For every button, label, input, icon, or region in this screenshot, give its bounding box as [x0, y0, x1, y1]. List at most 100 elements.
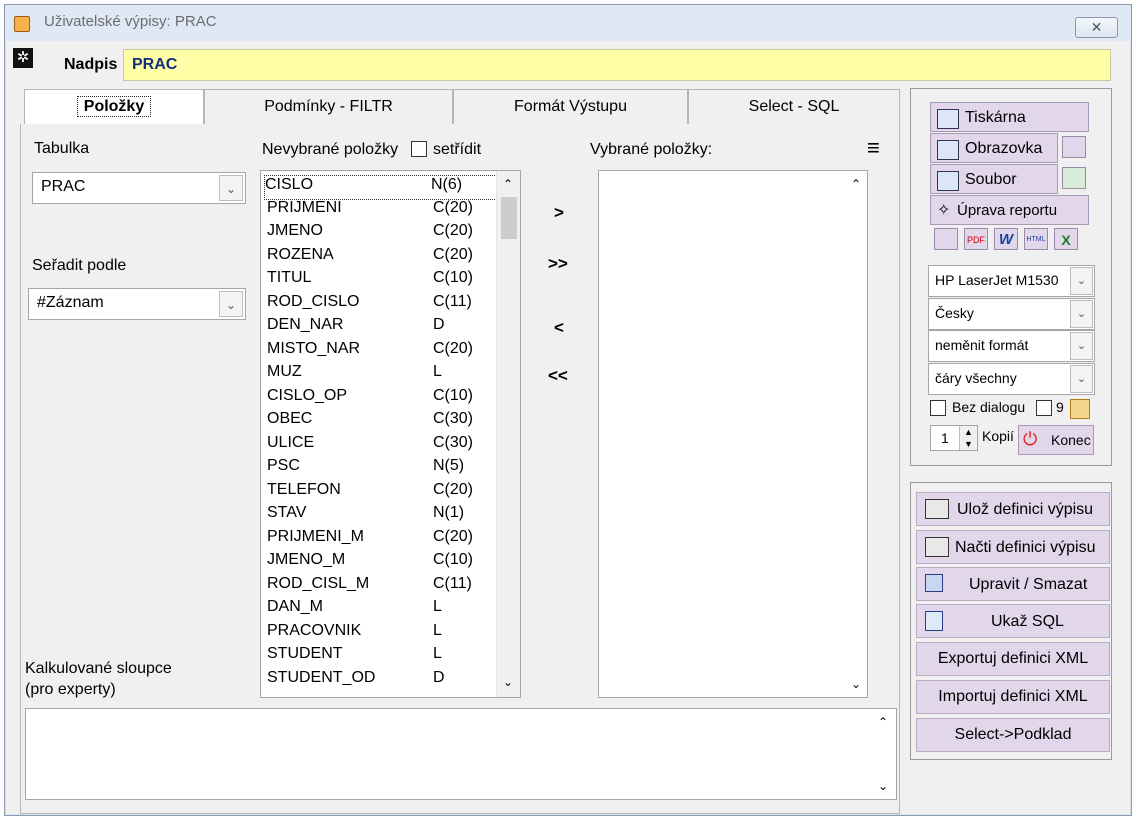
- edit-delete-label: Upravit / Smazat: [969, 576, 1088, 593]
- list-item[interactable]: ROD_CISL_M C(11): [267, 575, 495, 598]
- list-item[interactable]: JMENO C(20): [267, 222, 495, 245]
- add-all-button[interactable]: >>: [548, 254, 568, 274]
- menu-icon[interactable]: ≡: [867, 137, 880, 159]
- table-icon[interactable]: [934, 228, 958, 250]
- screen-button[interactable]: Obrazovka: [930, 133, 1058, 163]
- list-item[interactable]: STAV N(1): [267, 504, 495, 527]
- edit-delete-button[interactable]: Upravit / Smazat: [916, 567, 1110, 601]
- show-sql-label: Ukaž SQL: [991, 613, 1064, 630]
- excel-icon[interactable]: [1062, 167, 1086, 189]
- chevron-down-icon[interactable]: ⌄: [219, 291, 243, 317]
- list-item-type: D: [433, 668, 445, 686]
- list-item-type: C(30): [433, 433, 474, 451]
- load-definition-button[interactable]: Načti definici výpisu: [916, 530, 1110, 564]
- edit-report-button[interactable]: ✧ Úprava reportu: [930, 195, 1089, 225]
- scroll-up-icon[interactable]: ⌃: [878, 715, 888, 729]
- list-item-name: STAV: [267, 504, 307, 521]
- printer-button[interactable]: Tiskárna: [930, 102, 1089, 132]
- list-item[interactable]: ROD_CISLO C(11): [267, 293, 495, 316]
- list-item[interactable]: JMENO_M C(10): [267, 551, 495, 574]
- list-item-type: L: [433, 621, 442, 639]
- list-item[interactable]: OBEC C(30): [267, 410, 495, 433]
- tab-podminky[interactable]: Podmínky - FILTR: [204, 89, 453, 125]
- pdf-icon[interactable]: PDF: [964, 228, 988, 250]
- remove-all-button[interactable]: <<: [548, 366, 568, 386]
- scroll-thumb[interactable]: [501, 197, 517, 239]
- add-button[interactable]: >: [554, 203, 564, 223]
- list-item-type: C(20): [433, 527, 474, 545]
- list-item[interactable]: CISLO_OP C(10): [267, 387, 495, 410]
- html-icon[interactable]: HTML: [1024, 228, 1048, 250]
- format-select[interactable]: neměnit formát ⌄: [928, 330, 1095, 362]
- language-select[interactable]: Česky ⌄: [928, 298, 1095, 330]
- tab-polozky[interactable]: Položky: [24, 89, 204, 125]
- printer-select[interactable]: HP LaserJet M1530 ⌄: [928, 265, 1095, 297]
- scroll-down-icon[interactable]: ⌄: [503, 675, 513, 689]
- remove-button[interactable]: <: [554, 318, 564, 338]
- show-sql-button[interactable]: Ukaž SQL: [916, 604, 1110, 638]
- nadpis-input[interactable]: PRAC: [123, 49, 1111, 81]
- export-xml-button[interactable]: Exportuj definici XML: [916, 642, 1110, 676]
- scroll-up-icon[interactable]: ⌃: [503, 177, 513, 191]
- gear-icon[interactable]: ✲: [13, 48, 33, 68]
- tabulka-value: PRAC: [41, 178, 86, 195]
- copies-spinner[interactable]: 1 ▲ ▼: [930, 425, 978, 451]
- word-icon[interactable]: W: [994, 228, 1018, 250]
- bez-dialogu-checkbox[interactable]: [930, 400, 946, 416]
- list-item[interactable]: PRACOVNIK L: [267, 622, 495, 645]
- select-podklad-button[interactable]: Select->Podklad: [916, 718, 1110, 752]
- unselected-scrollbar[interactable]: ⌃ ⌄: [496, 171, 520, 697]
- list-item[interactable]: MISTO_NAR C(20): [267, 340, 495, 363]
- list-item[interactable]: PRIJMENI C(20): [267, 199, 495, 222]
- spinner-arrows-icon[interactable]: ▲ ▼: [959, 426, 977, 450]
- chevron-down-icon[interactable]: ⌄: [1070, 300, 1093, 328]
- list-item-name: JMENO: [267, 222, 323, 239]
- list-item-name: STUDENT_OD: [267, 668, 376, 686]
- num-label: 9: [1056, 399, 1064, 415]
- list-item-name: PRIJMENI: [267, 198, 342, 216]
- list-item[interactable]: ROZENA C(20): [267, 246, 495, 269]
- close-button[interactable]: ✕: [1075, 17, 1118, 38]
- selected-list[interactable]: ⌃ ⌄: [598, 170, 868, 698]
- list-item-name: DAN_M: [267, 598, 324, 615]
- tabulka-select[interactable]: PRAC ⌄: [32, 172, 246, 204]
- screen-label: Obrazovka: [965, 140, 1043, 157]
- email-icon[interactable]: [1062, 136, 1086, 158]
- list-item[interactable]: TELEFON C(20): [267, 481, 495, 504]
- unselected-list[interactable]: CISLO N(6) PRIJMENI C(20) JMENO C(20) ROZENA C(…: [260, 170, 521, 698]
- chevron-down-icon[interactable]: ⌄: [1070, 332, 1093, 360]
- list-item[interactable]: TITUL C(10): [267, 269, 495, 292]
- import-xml-button[interactable]: Importuj definici XML: [916, 680, 1110, 714]
- sort-checkbox[interactable]: [411, 141, 427, 157]
- lines-select[interactable]: čáry všechny ⌄: [928, 363, 1095, 395]
- list-item[interactable]: STUDENT_OD D: [267, 669, 495, 692]
- seradit-select[interactable]: #Záznam ⌄: [28, 288, 246, 320]
- tab-select-sql[interactable]: Select - SQL: [688, 89, 900, 125]
- file-button[interactable]: Soubor: [930, 164, 1058, 194]
- calc-columns-textarea[interactable]: ⌃ ⌄: [25, 708, 897, 800]
- konec-button[interactable]: ⏻ Konec: [1018, 425, 1094, 455]
- list-item-name: STUDENT: [267, 645, 343, 662]
- list-item[interactable]: STUDENT L: [267, 645, 495, 668]
- list-item[interactable]: DAN_M L: [267, 598, 495, 621]
- list-item[interactable]: CISLO N(6): [264, 175, 497, 200]
- chevron-down-icon[interactable]: ⌄: [1070, 365, 1093, 393]
- scroll-down-icon[interactable]: ⌄: [878, 779, 888, 793]
- tab-format[interactable]: Formát Výstupu: [453, 89, 688, 125]
- scroll-down-icon[interactable]: ⌄: [851, 677, 861, 691]
- chevron-down-icon[interactable]: ⌄: [1070, 267, 1093, 295]
- list-item[interactable]: MUZ L: [267, 363, 495, 386]
- chevron-down-icon[interactable]: ⌄: [219, 175, 243, 201]
- kalk-label: Kalkulované sloupce: [25, 660, 172, 677]
- scroll-up-icon[interactable]: ⌃: [851, 177, 861, 191]
- list-item[interactable]: ULICE C(30): [267, 434, 495, 457]
- num-checkbox[interactable]: [1036, 400, 1052, 416]
- excel-icon[interactable]: X: [1054, 228, 1078, 250]
- list-item[interactable]: DEN_NAR D: [267, 316, 495, 339]
- list-item[interactable]: PRIJMENI_M C(20): [267, 528, 495, 551]
- settings-icon[interactable]: [1070, 399, 1090, 419]
- window-title: Uživatelské výpisy: PRAC: [44, 13, 217, 30]
- list-item-type: C(11): [433, 574, 472, 592]
- list-item[interactable]: PSC N(5): [267, 457, 495, 480]
- save-definition-button[interactable]: Ulož definici výpisu: [916, 492, 1110, 526]
